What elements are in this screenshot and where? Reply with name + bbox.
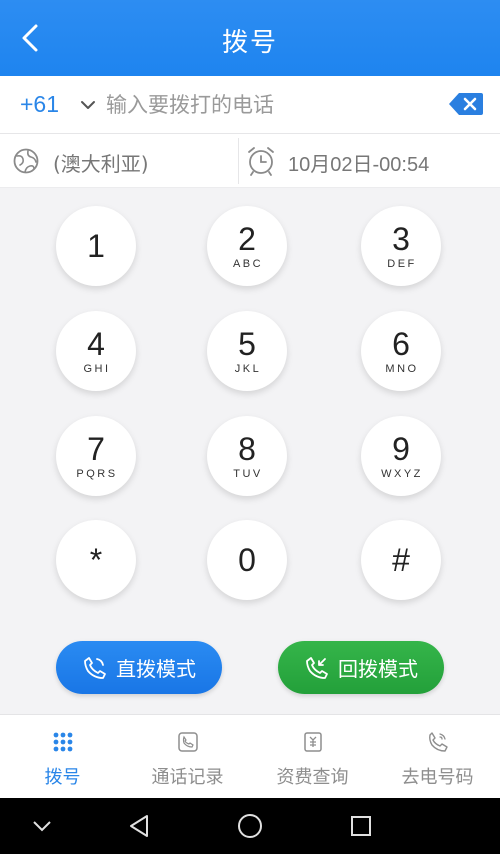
circle-home-icon [238, 814, 262, 838]
callback-button[interactable]: 回拨模式 [278, 641, 444, 694]
key-letters: PQRS [76, 467, 118, 480]
country-code-selector[interactable]: +61 [20, 91, 59, 118]
region-label: (澳大利亚) [53, 152, 149, 176]
key-3[interactable]: 3 DEF [361, 206, 441, 286]
phone-number-input[interactable] [106, 88, 436, 122]
key-digit: 6 [392, 325, 410, 362]
key-digit: 2 [238, 220, 256, 257]
key-digit: 5 [238, 325, 256, 362]
key-9[interactable]: 9 WXYZ [361, 416, 441, 496]
key-letters: GHI [83, 362, 111, 375]
key-digit: 1 [87, 228, 105, 264]
local-time: 10月02日-00:54 [288, 154, 430, 176]
key-letters: MNO [385, 362, 419, 375]
tab-label: 资费查询 [276, 767, 349, 788]
phone-incoming-icon [306, 656, 328, 679]
nav-home-button[interactable] [234, 810, 266, 842]
chevron-down-icon[interactable] [80, 96, 96, 115]
rates-icon [302, 731, 324, 757]
page-title: 拨号 [221, 28, 278, 58]
key-hash[interactable]: # [361, 520, 441, 600]
dial-keypad: 1 2 ABC 3 DEF 4 GHI 5 JKL 6 MNO 7 PQRS 8… [0, 188, 500, 714]
key-8[interactable]: 8 TUV [207, 416, 287, 496]
alarm-clock-icon [246, 145, 276, 181]
tab-caller-id[interactable]: 去电号码 [375, 715, 500, 799]
app-header: 拨号 [0, 0, 500, 76]
phone-input-row: +61 [0, 76, 500, 134]
tab-rates[interactable]: 资费查询 [250, 715, 375, 799]
key-digit: 4 [87, 325, 105, 362]
system-navigation-bar [0, 798, 500, 854]
key-digit: # [392, 542, 410, 578]
key-letters: JKL [234, 362, 262, 375]
key-star[interactable]: * [56, 520, 136, 600]
caller-id-icon [427, 731, 449, 757]
info-row: (澳大利亚) 10月02日-00:54 [0, 134, 500, 188]
key-0[interactable]: 0 [207, 520, 287, 600]
tab-label: 通话记录 [151, 767, 224, 788]
key-letters: WXYZ [381, 467, 423, 480]
key-digit: 7 [87, 430, 105, 467]
tab-dial[interactable]: 拨号 [0, 715, 125, 799]
direct-dial-label: 直拨模式 [116, 657, 196, 681]
tab-label: 拨号 [44, 767, 81, 788]
triangle-back-icon [130, 815, 148, 837]
nav-hide-keyboard-button[interactable] [26, 810, 58, 842]
call-log-icon [177, 731, 199, 757]
divider [238, 138, 239, 184]
globe-icon [12, 147, 40, 179]
tab-label: 去电号码 [401, 767, 474, 788]
key-1[interactable]: 1 [56, 206, 136, 286]
nav-recents-button[interactable] [345, 810, 377, 842]
key-2[interactable]: 2 ABC [207, 206, 287, 286]
key-5[interactable]: 5 JKL [207, 311, 287, 391]
callback-label: 回拨模式 [338, 657, 418, 681]
square-recents-icon [351, 816, 371, 836]
key-digit: * [89, 542, 103, 578]
key-letters: DEF [387, 257, 417, 270]
dialpad-icon [52, 731, 74, 757]
chevron-down-icon [33, 821, 51, 832]
backspace-button[interactable] [448, 91, 484, 121]
key-digit: 9 [392, 430, 410, 467]
nav-back-button[interactable] [123, 810, 155, 842]
key-4[interactable]: 4 GHI [56, 311, 136, 391]
backspace-icon [449, 93, 483, 115]
key-digit: 0 [238, 542, 256, 578]
key-digit: 3 [392, 220, 410, 257]
key-letters: ABC [232, 257, 264, 270]
bottom-tab-bar: 拨号 通话记录 资费查询 去电号码 [0, 714, 500, 798]
direct-dial-button[interactable]: 直拨模式 [56, 641, 222, 694]
phone-icon [84, 656, 106, 679]
key-digit: 8 [238, 430, 256, 467]
key-6[interactable]: 6 MNO [361, 311, 441, 391]
key-letters: TUV [233, 467, 263, 480]
tab-call-log[interactable]: 通话记录 [125, 715, 250, 799]
key-7[interactable]: 7 PQRS [56, 416, 136, 496]
